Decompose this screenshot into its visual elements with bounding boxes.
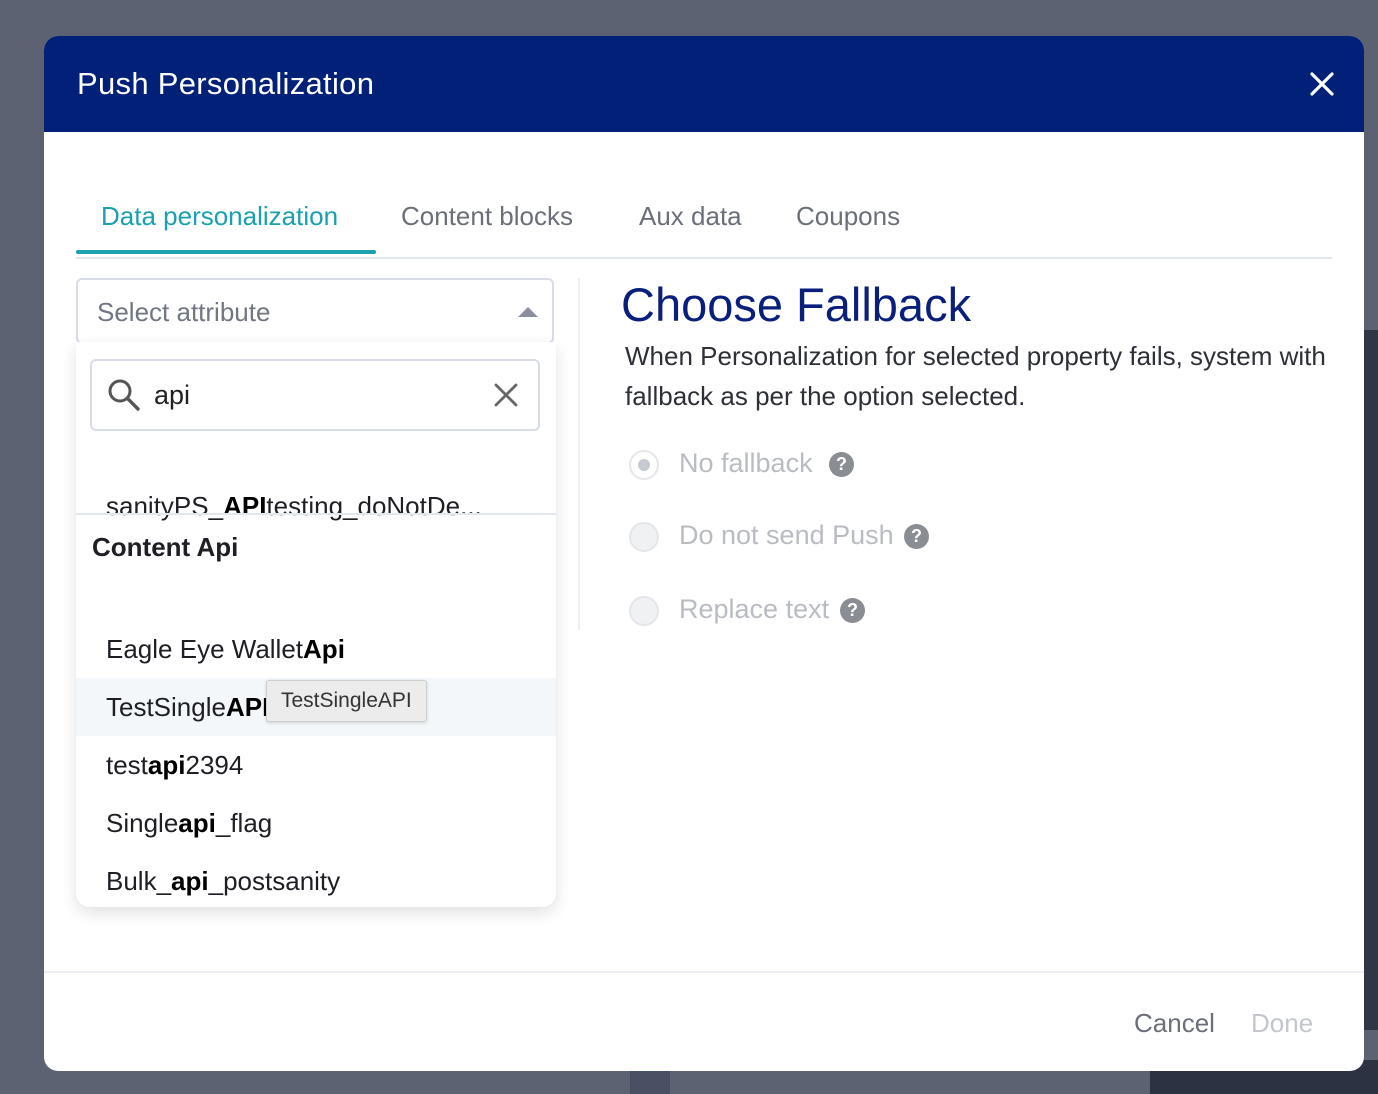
modal-title: Push Personalization	[77, 66, 375, 101]
dropdown-divider	[76, 513, 556, 515]
radio-label: No fallback	[679, 448, 813, 478]
search-icon	[108, 379, 140, 411]
close-icon	[1310, 72, 1334, 96]
column-divider	[578, 278, 580, 630]
help-icon[interactable]: ?	[840, 598, 865, 623]
done-button[interactable]: Done	[1251, 1008, 1313, 1039]
attribute-search-input[interactable]	[154, 375, 474, 415]
radio-button[interactable]	[629, 596, 659, 626]
cancel-button[interactable]: Cancel	[1134, 1008, 1215, 1039]
select-attribute-placeholder: Select attribute	[97, 297, 271, 327]
modal-header: Push Personalization	[44, 36, 1364, 132]
attribute-option[interactable]: sanityPS_APItesting_doNotDe...	[76, 477, 556, 535]
radio-button[interactable]	[629, 522, 659, 552]
tab-content-blocks[interactable]: Content blocks	[401, 201, 573, 232]
radio-label: Replace text	[679, 594, 830, 624]
active-tab-indicator	[76, 250, 376, 254]
attribute-option[interactable]: testapi2394	[76, 736, 556, 794]
tab-data-personalization[interactable]: Data personalization	[101, 201, 338, 232]
option-tooltip: TestSingleAPI	[266, 680, 427, 722]
caret-up-icon	[518, 307, 538, 317]
attribute-search-box	[90, 359, 540, 431]
radio-button[interactable]	[629, 450, 659, 480]
tab-coupons[interactable]: Coupons	[796, 201, 900, 232]
help-icon[interactable]: ?	[904, 524, 929, 549]
attribute-option[interactable]: Singleapi_flag	[76, 794, 556, 852]
select-attribute-dropdown[interactable]: Select attribute	[76, 278, 554, 344]
clear-icon[interactable]	[490, 379, 522, 411]
push-personalization-modal: Push Personalization Data personalizatio…	[44, 36, 1364, 1071]
help-icon[interactable]: ?	[829, 452, 854, 477]
close-button[interactable]	[1302, 64, 1342, 104]
tab-bar: Data personalization Content blocks Aux …	[76, 186, 1332, 259]
option-group-label: Content Api	[92, 532, 239, 562]
fallback-description: When Personalization for selected proper…	[625, 341, 1326, 411]
attribute-dropdown-panel: sanityPS_APItesting_doNotDe... Content A…	[76, 342, 556, 907]
radio-label: Do not send Push	[679, 520, 894, 550]
footer-divider	[44, 971, 1364, 973]
attribute-option[interactable]: Eagle Eye WalletApi	[76, 620, 556, 678]
fallback-title: Choose Fallback	[621, 278, 972, 331]
attribute-option[interactable]: Bulk_api_postsanity	[76, 852, 556, 907]
backdrop	[630, 1070, 670, 1094]
tab-aux-data[interactable]: Aux data	[639, 201, 742, 232]
